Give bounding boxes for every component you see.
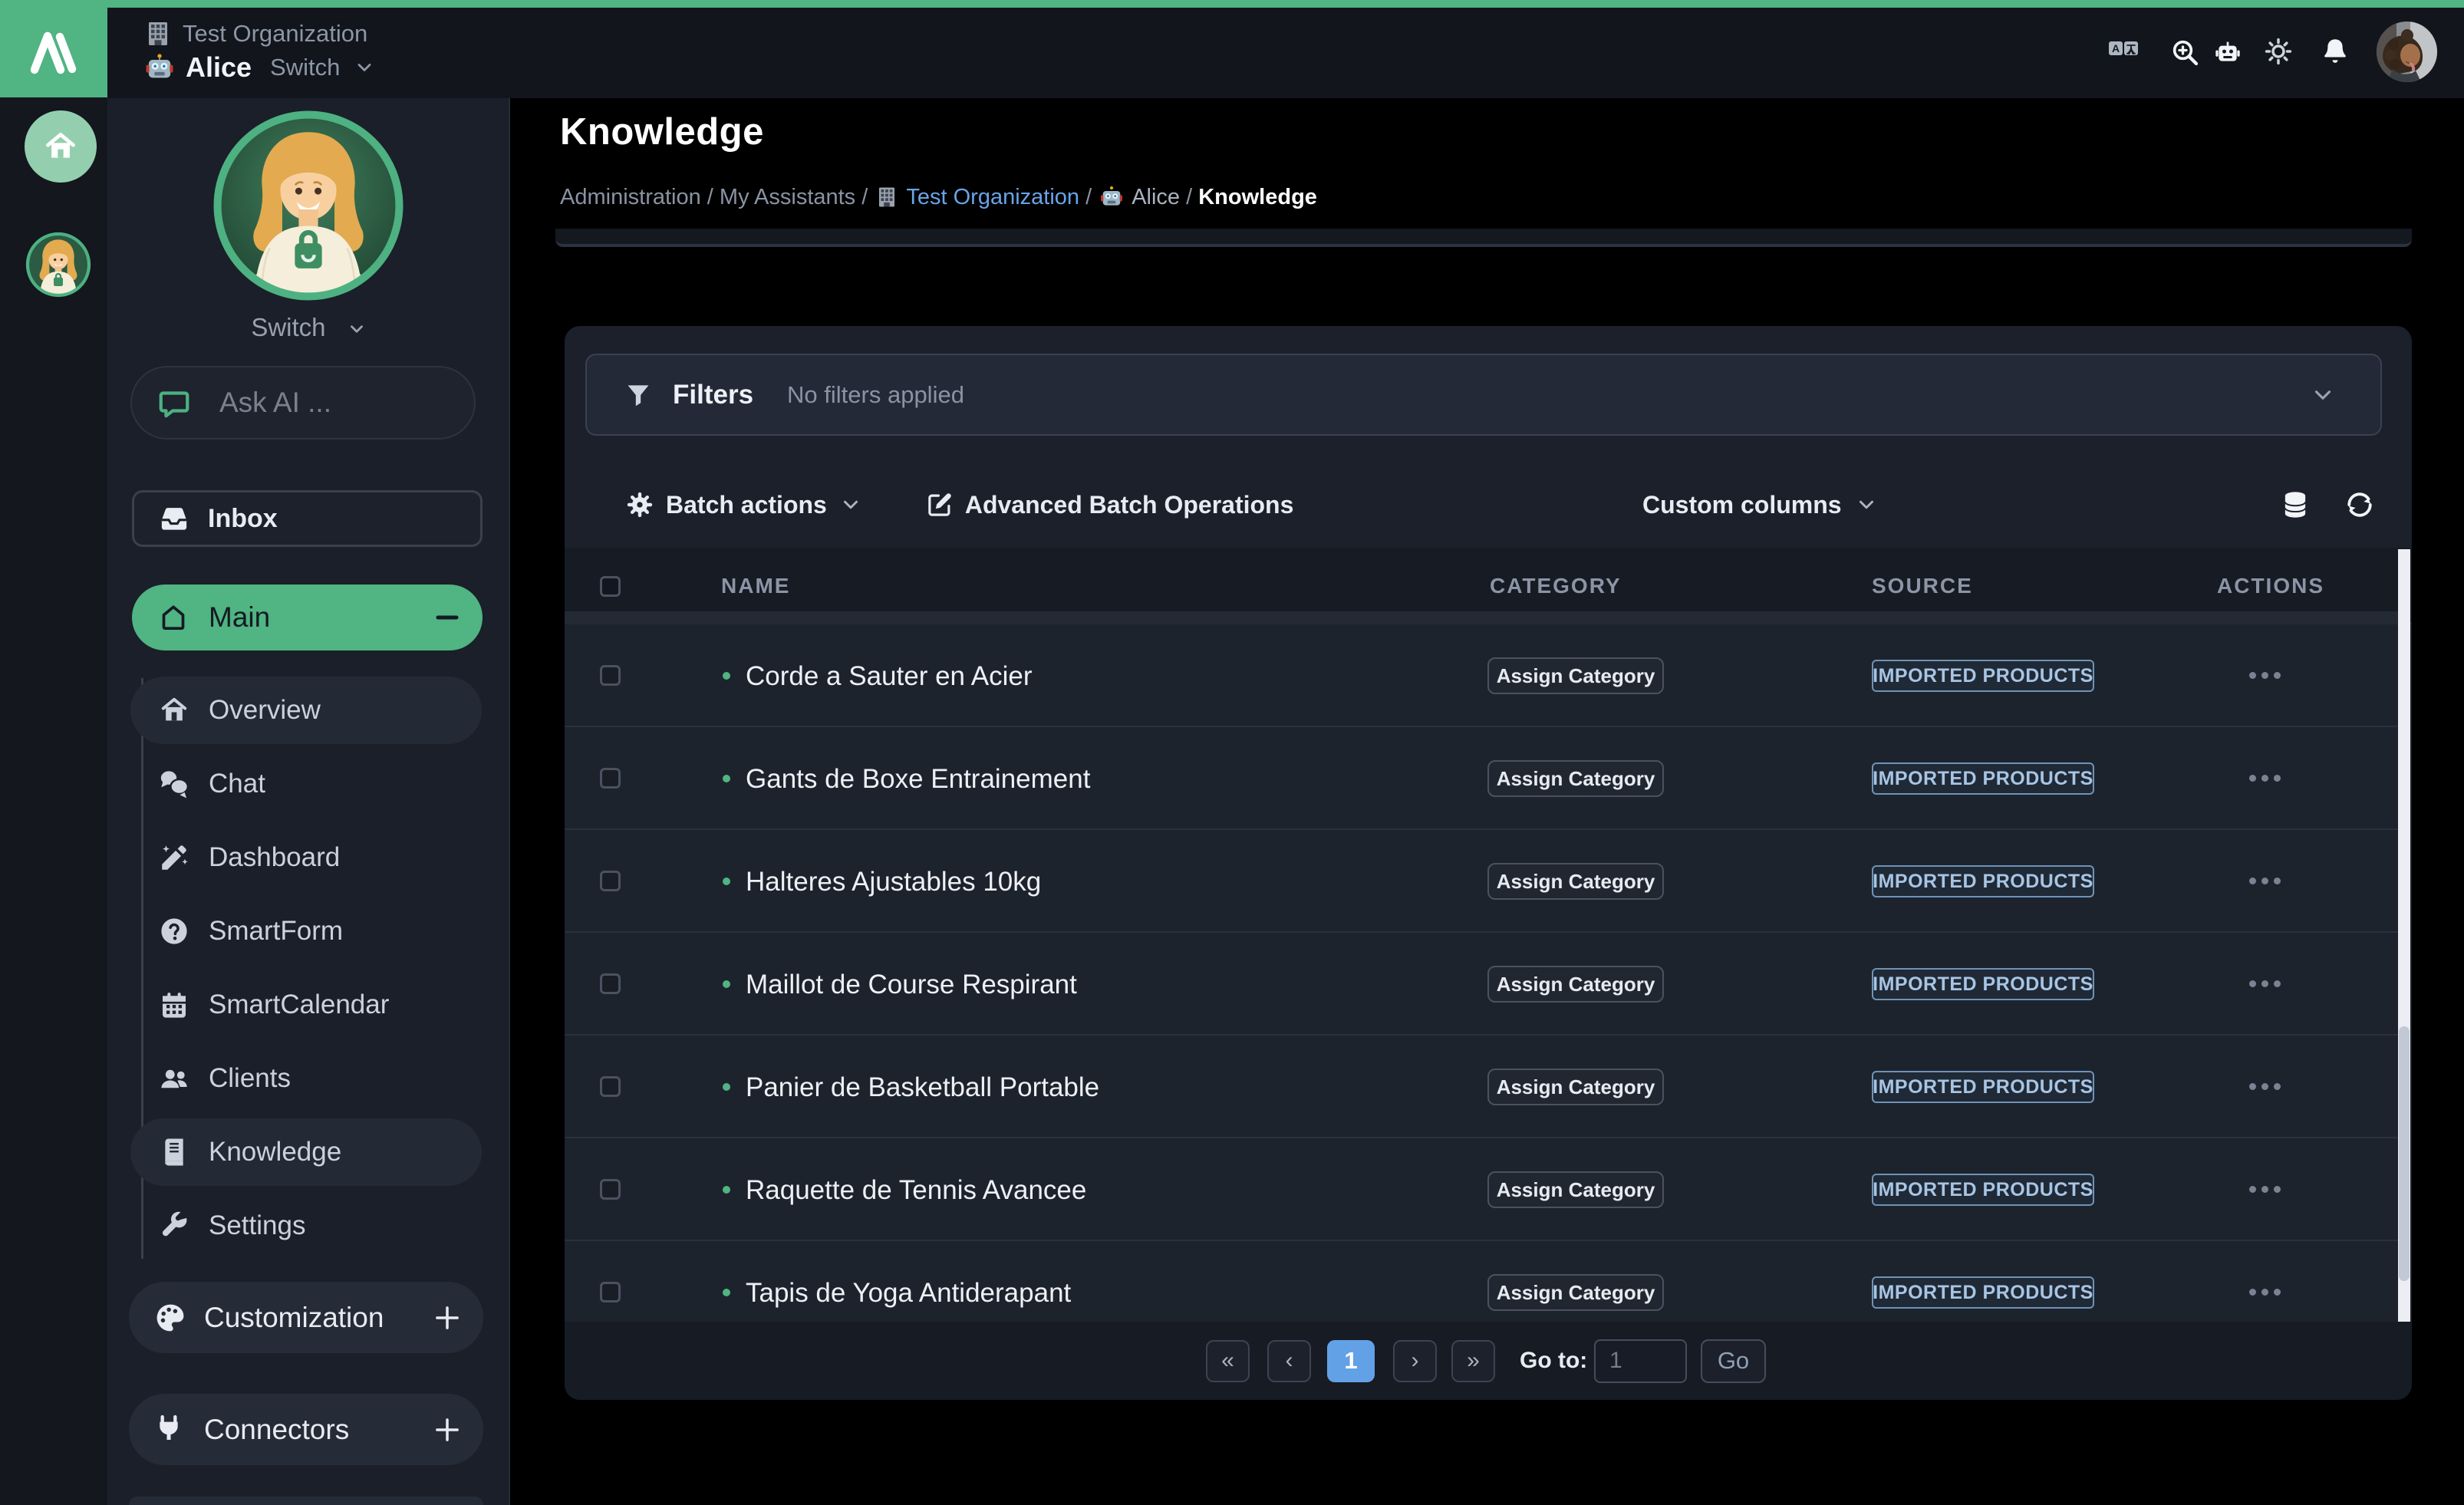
svg-text:A: A (2112, 42, 2120, 54)
